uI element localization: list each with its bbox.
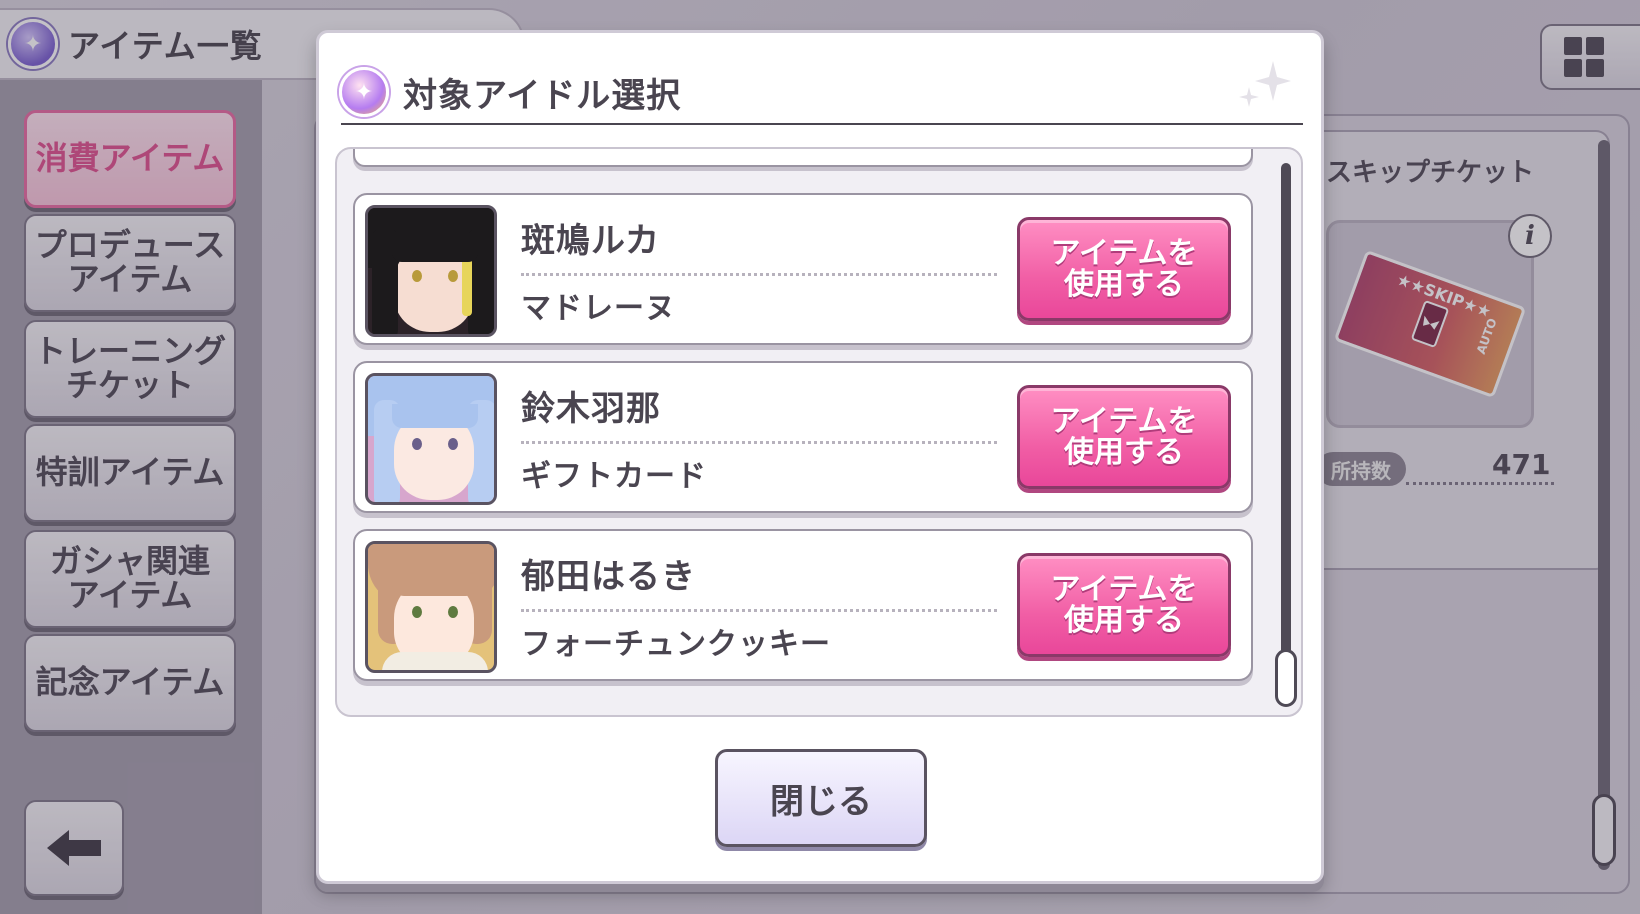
idol-row: 郁田はるき フォーチュンクッキー アイテムを 使用する bbox=[353, 529, 1253, 681]
row-divider bbox=[521, 441, 997, 444]
idol-name: 鈴木羽那 bbox=[521, 389, 661, 429]
row-divider bbox=[521, 273, 997, 276]
idol-row: 鈴木羽那 ギフトカード アイテムを 使用する bbox=[353, 361, 1253, 513]
dialog-badge-icon: ✦ bbox=[339, 67, 389, 117]
dialog-divider bbox=[341, 123, 1303, 125]
close-button[interactable]: 閉じる bbox=[715, 749, 927, 847]
dialog-title: 対象アイドル選択 bbox=[403, 75, 682, 116]
dialog-header: ✦ 対象アイドル選択 bbox=[339, 51, 1303, 133]
list-item-partial bbox=[353, 149, 1253, 167]
idol-name: 斑鳩ルカ bbox=[521, 221, 660, 261]
idol-avatar bbox=[365, 541, 497, 673]
idol-favorite-item: ギフトカード bbox=[521, 459, 707, 494]
select-idol-dialog: ✦ 対象アイドル選択 斑鳩ルカ マドレーヌ アイテムを 使用する 鈴木羽那 ギフ… bbox=[316, 30, 1324, 884]
row-divider bbox=[521, 609, 997, 612]
idol-favorite-item: フォーチュンクッキー bbox=[521, 627, 831, 662]
idol-favorite-item: マドレーヌ bbox=[521, 291, 676, 326]
idol-row: 斑鳩ルカ マドレーヌ アイテムを 使用する bbox=[353, 193, 1253, 345]
idol-avatar bbox=[365, 373, 497, 505]
use-item-button[interactable]: アイテムを 使用する bbox=[1017, 217, 1231, 321]
idol-avatar bbox=[365, 205, 497, 337]
idol-list-scrollbar-track[interactable] bbox=[1281, 163, 1291, 703]
use-item-button[interactable]: アイテムを 使用する bbox=[1017, 553, 1231, 657]
idol-list[interactable]: 斑鳩ルカ マドレーヌ アイテムを 使用する 鈴木羽那 ギフトカード アイテムを … bbox=[335, 147, 1303, 717]
sparkle-icon bbox=[1239, 61, 1291, 107]
idol-name: 郁田はるき bbox=[521, 557, 696, 597]
use-item-button[interactable]: アイテムを 使用する bbox=[1017, 385, 1231, 489]
idol-list-scrollbar-thumb[interactable] bbox=[1275, 649, 1297, 707]
